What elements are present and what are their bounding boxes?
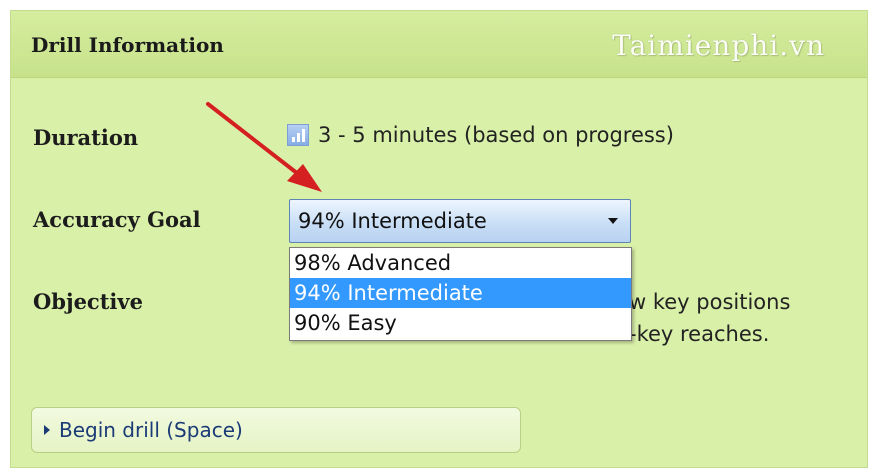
- drill-information-panel: Drill Information Taimienphi.vn Duration…: [10, 10, 868, 468]
- begin-drill-label: Begin drill (Space): [59, 418, 243, 442]
- option-intermediate[interactable]: 94% Intermediate: [290, 278, 631, 308]
- accuracy-goal-label: Accuracy Goal: [33, 207, 201, 232]
- duration-label: Duration: [33, 125, 139, 150]
- chevron-down-icon[interactable]: [608, 218, 618, 224]
- accuracy-goal-select[interactable]: 94% Intermediate: [289, 199, 631, 243]
- duration-value-row: 3 - 5 minutes (based on progress): [287, 123, 674, 147]
- accuracy-goal-dropdown-list: 98% Advanced 94% Intermediate 90% Easy: [289, 247, 632, 341]
- play-icon: [44, 425, 50, 435]
- option-easy[interactable]: 90% Easy: [290, 308, 631, 338]
- duration-value: 3 - 5 minutes (based on progress): [318, 123, 674, 147]
- objective-label: Objective: [33, 289, 143, 314]
- bar-chart-icon: [287, 124, 309, 146]
- accuracy-goal-selected-value: 94% Intermediate: [298, 209, 487, 233]
- watermark-logo: Taimienphi.vn: [612, 29, 825, 62]
- begin-drill-button[interactable]: Begin drill (Space): [31, 407, 521, 453]
- option-advanced[interactable]: 98% Advanced: [290, 248, 631, 278]
- panel-header: Drill Information Taimienphi.vn: [11, 11, 867, 78]
- panel-title: Drill Information: [31, 33, 224, 57]
- objective-text-line-2: -key reaches.: [629, 322, 770, 346]
- objective-text-line-1: w key positions: [629, 290, 791, 314]
